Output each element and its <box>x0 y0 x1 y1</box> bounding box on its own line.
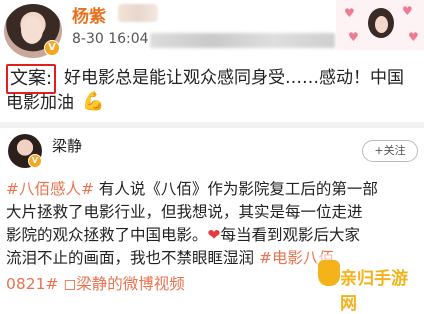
heart-icon: ♥ <box>348 30 359 44</box>
blurred-region <box>150 33 335 48</box>
watermark-logo-icon <box>318 260 340 286</box>
author-name[interactable]: 梁静 <box>52 135 82 156</box>
heart-icon: ❤ <box>207 226 221 244</box>
author-name[interactable]: 杨紫 <box>72 2 106 27</box>
sticker-image: ♥ ♥ ♥ ♥ <box>336 0 424 50</box>
hashtag-link[interactable]: #八佰感人# <box>6 180 94 198</box>
sticker-face <box>368 8 394 38</box>
video-link[interactable]: 0821# ◻梁静的微博视频 <box>6 272 185 294</box>
post-text: 每当看到观影后大家 <box>220 226 361 244</box>
post-line: #八佰感人# 有人说《八佰》作为影院复工后的第一部 <box>6 178 420 201</box>
heart-icon: ♥ <box>344 6 355 20</box>
watermark-text: 亲归手游网 <box>340 269 408 314</box>
post-text: 流泪不止的画面，我也不禁眼眶湿润 <box>6 249 255 267</box>
post-line: 影院的观众拯救了中国电影。❤每当看到观影后大家 <box>6 224 420 247</box>
post-text: 影院的观众拯救了中国电影。 <box>6 226 208 244</box>
divider <box>0 122 424 128</box>
verified-badge-icon: V <box>28 154 42 168</box>
post-text: 好电影总是能让观众感同身受……感动！中国 <box>64 68 404 88</box>
heart-icon: ♥ <box>402 4 413 18</box>
follow-button[interactable]: +关注 <box>362 140 418 162</box>
watermark: 亲归手游网 <box>316 254 422 314</box>
copy-label: 文案: <box>6 64 57 94</box>
post-timestamp: 8-30 16:04 <box>72 31 149 47</box>
post-text: 电影加油 <box>6 93 74 113</box>
post-line: 大片拯救了电影行业，但我想说，其实是每一位走进 <box>6 203 363 221</box>
verified-badge-icon: V <box>44 40 60 56</box>
heart-icon: ♥ <box>408 30 419 44</box>
avatar-face <box>21 16 43 44</box>
blurred-region <box>118 4 158 22</box>
post-text: 有人说《八佰》作为影院复工后的第一部 <box>98 180 378 198</box>
flexed-biceps-icon: 💪 <box>82 91 105 112</box>
